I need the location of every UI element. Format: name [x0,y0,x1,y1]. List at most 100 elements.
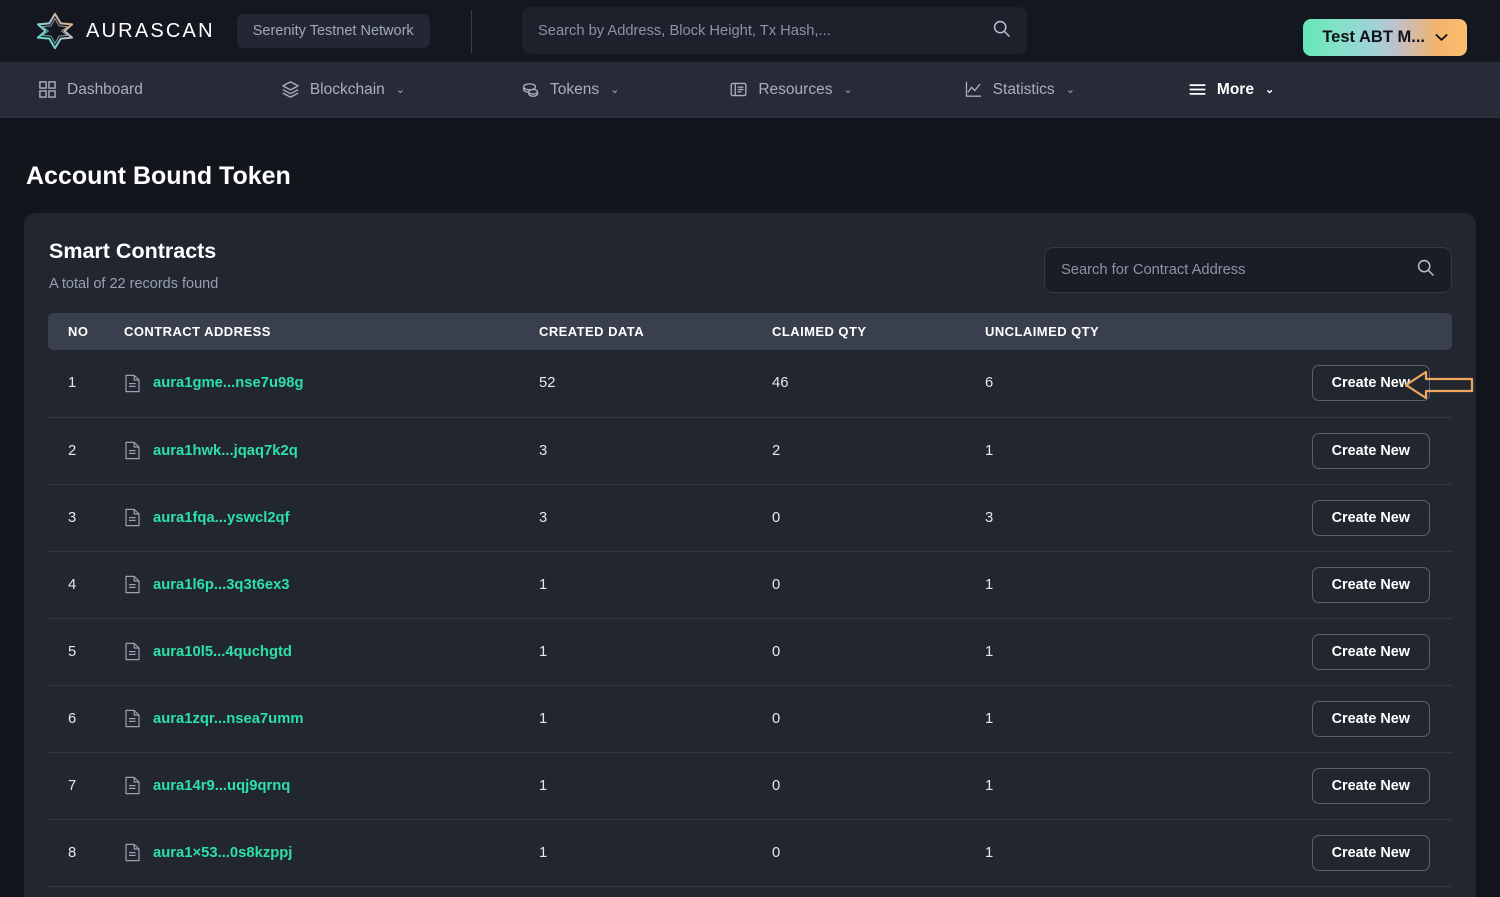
coins-icon [521,80,540,99]
create-new-button[interactable]: Create New [1311,432,1430,469]
smart-contracts-table: NO CONTRACT ADDRESS CREATED DATA CLAIMED… [48,313,1452,887]
document-icon [124,776,141,795]
column-header-address: CONTRACT ADDRESS [124,324,271,339]
network-badge[interactable]: Serenity Testnet Network [236,14,430,48]
contract-address-cell: aura1hwk...jqaq7k2q [124,441,539,460]
nav-label: Resources [758,80,833,98]
document-icon [124,508,141,527]
create-new-button[interactable]: Create New [1311,700,1430,737]
create-new-button[interactable]: Create New [1311,365,1430,402]
created-data-value: 1 [539,551,772,619]
card-header: Smart Contracts A total of 22 records fo… [48,239,1452,313]
created-data-value: 3 [539,484,772,552]
smart-contracts-card: Smart Contracts A total of 22 records fo… [24,213,1476,897]
nav-item-tokens[interactable]: Tokens ⌄ [521,80,619,99]
line-chart-icon [964,80,983,99]
global-search[interactable] [522,7,1027,54]
create-new-button[interactable]: Create New [1311,633,1430,670]
account-switcher-label: Test ABT M... [1322,28,1425,46]
contract-address-link[interactable]: aura1gme...nse7u98g [153,375,304,391]
contract-address-cell: aura1l6p...3q3t6ex3 [124,575,539,594]
create-new-button[interactable]: Create New [1311,499,1430,536]
column-header-actions [1240,313,1452,350]
nav-item-dashboard[interactable]: Dashboard [38,80,143,99]
claimed-qty-value: 2 [772,417,985,485]
aura-star-logo-icon [36,12,74,50]
unclaimed-qty-value: 1 [985,685,1240,753]
contract-address-cell: aura1×53...0s8kzppj [124,843,539,862]
table-row: 6 aura1zqr...nsea7umm 1 0 1 Create New [48,685,1452,753]
contract-address-link[interactable]: aura1zqr...nsea7umm [153,711,304,727]
unclaimed-qty-value: 1 [985,618,1240,686]
header-divider [471,10,472,53]
nav-label: Statistics [992,80,1055,98]
table-row: 7 aura14r9...uqj9qrnq 1 0 1 Create New [48,752,1452,820]
contract-search-input[interactable] [1061,262,1416,278]
document-icon [124,642,141,661]
claimed-qty-value: 46 [772,350,985,418]
nav-item-blockchain[interactable]: Blockchain ⌄ [281,80,405,99]
column-header-created: CREATED DATA [539,324,645,339]
nav-label: Blockchain [309,80,385,98]
contract-address-cell: aura1gme...nse7u98g [124,374,539,393]
table-row: 2 aura1hwk...jqaq7k2q 3 2 1 Create New [48,417,1452,485]
search-icon[interactable] [992,19,1011,43]
unclaimed-qty-value: 6 [985,350,1240,418]
contract-address-cell: aura1fqa...yswcl2qf [124,508,539,527]
row-number: 7 [48,752,124,820]
contract-address-cell: aura14r9...uqj9qrnq [124,776,539,795]
created-data-value: 52 [539,350,772,418]
created-data-value: 3 [539,417,772,485]
table-row: 5 aura10l5...4quchgtd 1 0 1 Create New [48,618,1452,686]
brand-name: AURASCAN [86,19,215,42]
hamburger-icon [1188,80,1207,99]
chevron-down-icon: ⌄ [1065,84,1075,96]
nav-label: More [1216,80,1254,98]
nav-item-statistics[interactable]: Statistics ⌄ [964,80,1075,99]
document-icon [124,575,141,594]
nav-item-more[interactable]: More ⌄ [1188,80,1274,99]
column-header-unclaimed: UNCLAIMED QTY [985,324,1100,339]
row-number: 2 [48,417,124,485]
column-header-claimed: CLAIMED QTY [772,324,867,339]
contract-address-link[interactable]: aura1hwk...jqaq7k2q [153,443,298,459]
search-input[interactable] [538,22,992,39]
contract-address-link[interactable]: aura1fqa...yswcl2qf [153,510,290,526]
claimed-qty-value: 0 [772,752,985,820]
account-switcher-button[interactable]: Test ABT M... [1303,19,1467,56]
top-header: AURASCAN Serenity Testnet Network Test A… [0,0,1500,62]
created-data-value: 1 [539,819,772,887]
page-title: Account Bound Token [26,162,291,190]
page-content: Account Bound Token Smart Contracts A to… [0,162,1500,897]
created-data-value: 1 [539,752,772,820]
table-row: 1 aura1gme...nse7u98g 52 46 6 Create New [48,350,1452,418]
contract-address-cell: aura1zqr...nsea7umm [124,709,539,728]
contract-address-link[interactable]: aura1×53...0s8kzppj [153,845,292,861]
contract-address-search[interactable] [1044,247,1452,293]
nav-label: Tokens [550,80,600,98]
chevron-down-icon [1435,28,1448,47]
row-number: 1 [48,350,124,418]
row-number: 8 [48,819,124,887]
nav-item-resources[interactable]: Resources ⌄ [729,80,853,99]
contract-address-link[interactable]: aura10l5...4quchgtd [153,644,292,660]
table-row: 3 aura1fqa...yswcl2qf 3 0 3 Create New [48,484,1452,552]
create-new-button[interactable]: Create New [1311,566,1430,603]
contract-address-link[interactable]: aura14r9...uqj9qrnq [153,778,290,794]
claimed-qty-value: 0 [772,484,985,552]
unclaimed-qty-value: 1 [985,752,1240,820]
search-icon[interactable] [1416,258,1435,282]
table-row: 8 aura1×53...0s8kzppj 1 0 1 Create New [48,819,1452,887]
document-icon [124,709,141,728]
chevron-down-icon: ⌄ [610,84,620,96]
unclaimed-qty-value: 1 [985,417,1240,485]
document-icon [124,374,141,393]
create-new-button[interactable]: Create New [1311,767,1430,804]
brand-logo[interactable]: AURASCAN [36,12,215,50]
grid-icon [38,80,57,99]
create-new-button[interactable]: Create New [1311,834,1430,871]
unclaimed-qty-value: 1 [985,551,1240,619]
chevron-down-icon: ⌄ [843,84,853,96]
layers-icon [281,80,300,99]
contract-address-link[interactable]: aura1l6p...3q3t6ex3 [153,577,290,593]
